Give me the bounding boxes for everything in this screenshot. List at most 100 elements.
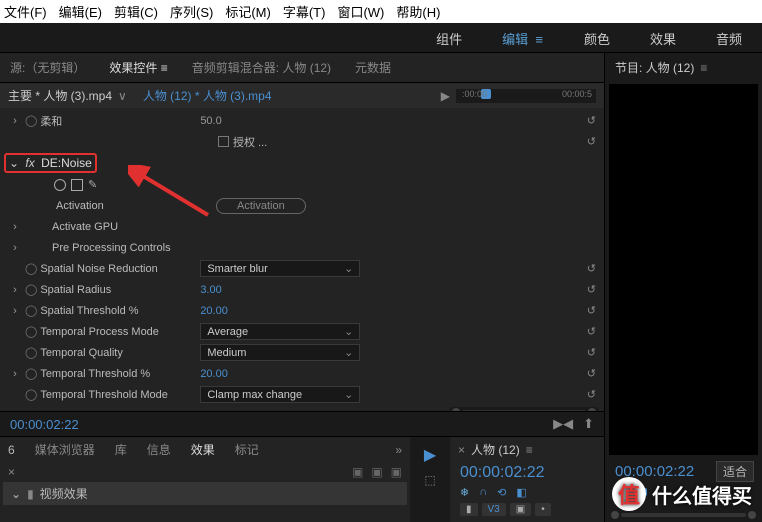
auth-checkbox[interactable]	[218, 136, 229, 147]
reset-icon[interactable]: ↺	[587, 135, 596, 148]
panel-menu-icon[interactable]: ≡	[526, 443, 533, 457]
menu-marker[interactable]: 标记(M)	[225, 2, 271, 21]
program-viewer[interactable]	[609, 84, 758, 455]
temporal-thresh-mode-dropdown[interactable]: Clamp max change⌄	[200, 386, 360, 403]
preset-icon[interactable]: ▣	[371, 465, 382, 479]
pen-mask-icon[interactable]: ✎	[88, 178, 97, 191]
reset-icon[interactable]: ↺	[587, 262, 596, 275]
chevron-right-icon[interactable]: ›	[8, 221, 22, 233]
sequence-name[interactable]: 人物 (12)	[471, 441, 520, 458]
reset-icon[interactable]: ↺	[587, 325, 596, 338]
tab-library[interactable]: 库	[115, 441, 127, 458]
menu-window[interactable]: 窗口(W)	[337, 2, 384, 21]
chevron-down-icon: ⌄	[344, 262, 353, 275]
link-icon[interactable]: ⟲	[497, 486, 506, 499]
chevron-right-icon[interactable]: ›	[8, 242, 22, 254]
panel-menu-icon[interactable]: »	[395, 443, 402, 457]
param-activate-gpu: › Activate GPU	[0, 216, 604, 237]
reset-icon[interactable]: ↺	[587, 388, 596, 401]
tab-info[interactable]: 信息	[147, 441, 171, 458]
chevron-right-icon[interactable]: ›	[8, 305, 22, 317]
param-value[interactable]: 50.0	[200, 115, 221, 127]
menu-edit[interactable]: 编辑(E)	[59, 2, 102, 21]
temporal-mode-dropdown[interactable]: Average⌄	[200, 323, 360, 340]
param-auth: 授权 ... ↺	[0, 131, 604, 152]
track-select-tool-icon[interactable]: ⬚	[424, 473, 435, 487]
export-icon[interactable]: ⬆	[583, 416, 594, 432]
tab-assembly[interactable]: 组件	[436, 29, 462, 48]
play-icon[interactable]: ▶	[441, 89, 450, 103]
ellipse-mask-icon[interactable]	[54, 179, 66, 191]
rect-mask-icon[interactable]	[71, 179, 83, 191]
preset-icon[interactable]: ▣	[391, 465, 402, 479]
tab-effects-browser[interactable]: 效果	[191, 441, 215, 458]
stopwatch-icon[interactable]: ◯	[25, 367, 37, 380]
stopwatch-icon[interactable]: ◯	[25, 114, 37, 127]
chevron-right-icon[interactable]: ›	[8, 115, 22, 127]
loop-icon[interactable]: ▶◀	[553, 416, 573, 432]
stopwatch-icon[interactable]: ◯	[25, 388, 37, 401]
sequence-timecode[interactable]: 00:00:02:22	[450, 462, 604, 484]
reset-icon[interactable]: ↺	[587, 304, 596, 317]
activation-button[interactable]: Activation	[216, 198, 306, 214]
clear-search-icon[interactable]: ×	[8, 465, 15, 479]
stopwatch-icon[interactable]: ◯	[25, 325, 37, 338]
menu-file[interactable]: 文件(F)	[4, 2, 47, 21]
stopwatch-icon[interactable]: ◯	[25, 304, 37, 317]
marker-icon[interactable]: ∩	[479, 486, 487, 499]
reset-icon[interactable]: ↺	[587, 283, 596, 296]
master-clip-label: 主要 * 人物 (3).mp4	[8, 87, 112, 104]
menu-sequence[interactable]: 序列(S)	[170, 2, 213, 21]
close-icon[interactable]: ×	[458, 443, 465, 457]
chevron-right-icon[interactable]: ›	[8, 284, 22, 296]
spatial-noise-dropdown[interactable]: Smarter blur⌄	[200, 260, 360, 277]
param-temporal-mode: ◯ Temporal Process Mode Average⌄ ↺	[0, 321, 604, 342]
reset-icon[interactable]: ↺	[587, 367, 596, 380]
tab-metadata[interactable]: 元数据	[355, 59, 391, 76]
program-scrollbar[interactable]	[609, 510, 758, 520]
preset-icon[interactable]: ▣	[352, 465, 363, 479]
tab-edit[interactable]: 编辑 ≡	[502, 29, 544, 48]
param-value[interactable]: 20.00	[200, 368, 228, 380]
param-label: Temporal Threshold %	[40, 368, 200, 380]
settings-icon[interactable]: ◧	[516, 486, 526, 499]
timeline-panel: × 人物 (12) ≡ 00:00:02:22 ❄ ∩ ⟲ ◧ ▮ V3 ▣ •	[450, 437, 604, 522]
reset-icon[interactable]: ↺	[587, 114, 596, 127]
panel-menu-icon[interactable]: ≡	[700, 61, 707, 75]
stopwatch-icon[interactable]: ◯	[25, 283, 37, 296]
snap-icon[interactable]: ❄	[460, 486, 469, 499]
track-toggle[interactable]: ▮	[460, 503, 478, 516]
param-value[interactable]: 20.00	[200, 305, 228, 317]
sequence-clip-label[interactable]: 人物 (12) * 人物 (3).mp4	[143, 87, 272, 104]
effect-clip-header: 主要 * 人物 (3).mp4 ∨ 人物 (12) * 人物 (3).mp4 ▶…	[0, 83, 604, 108]
stopwatch-icon[interactable]: ◯	[25, 346, 37, 359]
effect-denoise-title[interactable]: ⌄ fx DE:Noise	[4, 153, 596, 173]
menu-subtitle[interactable]: 字幕(T)	[283, 2, 326, 21]
param-spatial-noise: ◯ Spatial Noise Reduction Smarter blur⌄ …	[0, 258, 604, 279]
tab-markers[interactable]: 标记	[235, 441, 259, 458]
tab-effect[interactable]: 效果	[650, 29, 676, 48]
temporal-quality-dropdown[interactable]: Medium⌄	[200, 344, 360, 361]
tab-source[interactable]: 源:（无剪辑）	[10, 59, 85, 76]
timecode-display[interactable]: 00:00:02:22	[10, 417, 79, 432]
tab-audio[interactable]: 音频	[716, 29, 742, 48]
video-effects-folder[interactable]: ⌄ ▮ 视频效果	[3, 482, 407, 505]
search-count: 6	[8, 443, 15, 457]
chevron-down-icon[interactable]: ⌄	[9, 156, 19, 170]
selection-tool-icon[interactable]: ▶	[424, 445, 436, 465]
tab-effect-controls[interactable]: 效果控件 ≡	[109, 59, 167, 76]
tab-media-browser[interactable]: 媒体浏览器	[35, 441, 95, 458]
param-label: Spatial Radius	[40, 284, 200, 296]
track-lock-toggle[interactable]: •	[535, 503, 551, 516]
reset-icon[interactable]: ↺	[587, 346, 596, 359]
track-v3-label[interactable]: V3	[482, 503, 506, 516]
track-output-toggle[interactable]: ▣	[510, 503, 531, 516]
menu-bar: 文件(F) 编辑(E) 剪辑(C) 序列(S) 标记(M) 字幕(T) 窗口(W…	[0, 0, 762, 23]
param-value[interactable]: 3.00	[200, 284, 221, 296]
menu-clip[interactable]: 剪辑(C)	[114, 2, 158, 21]
stopwatch-icon[interactable]: ◯	[25, 262, 37, 275]
menu-help[interactable]: 帮助(H)	[396, 2, 440, 21]
tab-audio-mixer[interactable]: 音频剪辑混合器: 人物 (12)	[192, 59, 331, 76]
chevron-right-icon[interactable]: ›	[8, 368, 22, 380]
tab-color[interactable]: 颜色	[584, 29, 610, 48]
